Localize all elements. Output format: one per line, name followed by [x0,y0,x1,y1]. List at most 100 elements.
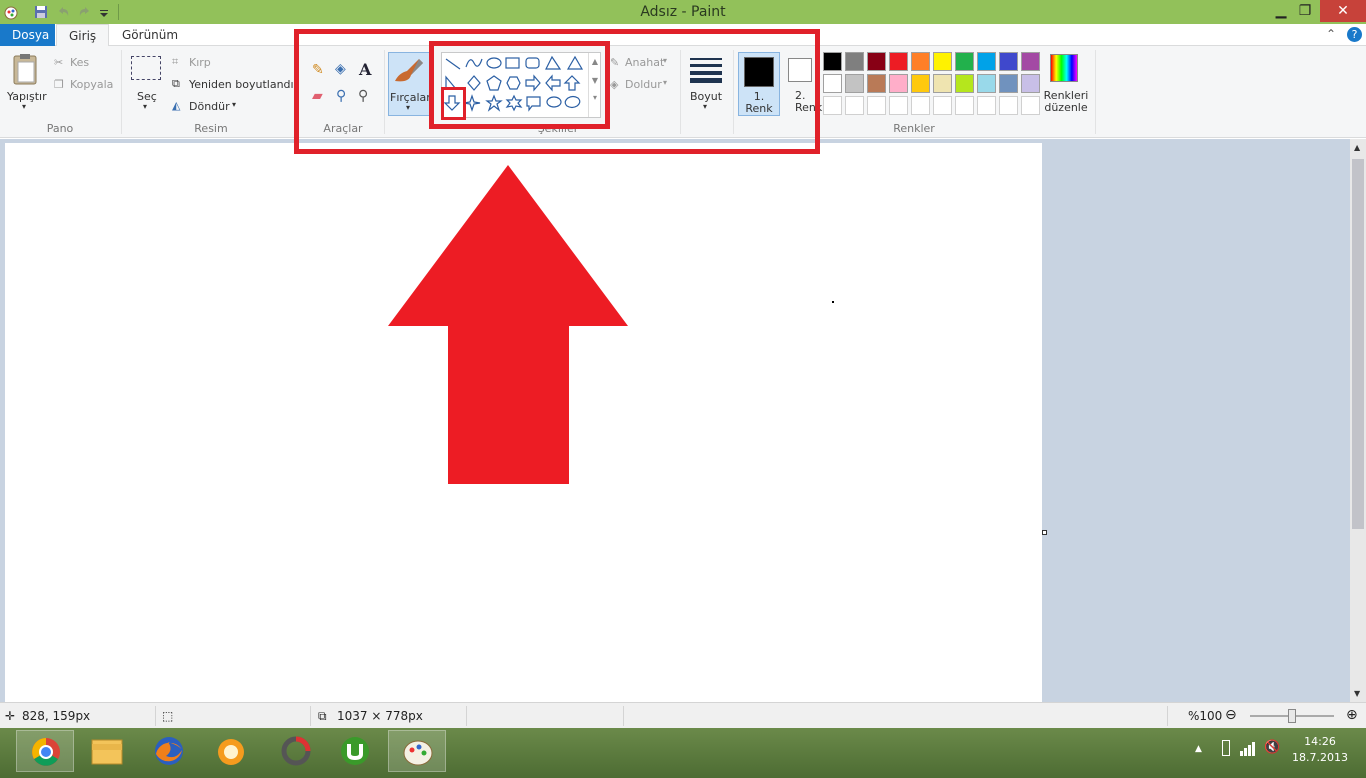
resize-button[interactable]: Yeniden boyutlandır [189,78,298,91]
red-up-arrow [388,165,628,484]
color-swatch[interactable] [823,74,842,93]
paste-button[interactable] [8,52,44,92]
copy-button[interactable]: Kopyala [70,78,113,91]
utorrent-icon[interactable] [326,730,384,772]
scroll-up-icon[interactable]: ▲ [1354,143,1360,152]
color-swatch[interactable] [867,52,886,71]
edit-colors-button[interactable]: Renkleri düzenle [1043,90,1089,114]
color-swatch[interactable] [845,74,864,93]
zoom-in-icon[interactable]: ⊕ [1346,707,1358,723]
color-swatch[interactable] [1021,96,1040,115]
zoom-level: %100 [1188,709,1223,723]
canvas-size: 1037 × 778px [337,709,423,723]
rotate-dropdown-icon[interactable]: ▾ [232,100,236,109]
color-swatch[interactable] [867,74,886,93]
rotate-icon[interactable]: ◭ [172,99,180,112]
color-swatch[interactable] [867,96,886,115]
tab-home[interactable]: Giriş [56,24,110,47]
window-title: Adsız - Paint [640,4,726,20]
color-swatch[interactable] [911,52,930,71]
color-swatch[interactable] [999,96,1018,115]
vertical-scrollbar[interactable]: ▲ ▼ [1350,139,1366,702]
crop-button[interactable]: Kırp [189,56,211,69]
minimize-ribbon-icon[interactable]: ⌃ [1326,27,1336,41]
divider [1095,50,1096,134]
zoom-slider-thumb[interactable] [1288,709,1296,723]
divider [1167,706,1168,726]
media-player-icon[interactable] [202,730,260,772]
color-swatch[interactable] [889,74,908,93]
color-swatch[interactable] [955,74,974,93]
divider [623,706,624,726]
tab-view[interactable]: Görünüm [110,24,190,46]
color-swatch[interactable] [977,74,996,93]
color-swatch[interactable] [955,52,974,71]
divider [310,706,311,726]
scroll-down-icon[interactable]: ▼ [1354,689,1360,698]
app-icon[interactable] [264,730,322,772]
paste-label[interactable]: Yapıştır [7,90,47,103]
paint-icon[interactable] [388,730,446,772]
status-bar: ✛ 828, 159px ⬚ ⧉ 1037 × 778px %100 ⊖ ⊕ [0,702,1366,728]
color-swatch[interactable] [977,52,996,71]
color-swatch[interactable] [933,52,952,71]
color-swatch[interactable] [889,52,908,71]
group-label-colors: Renkler [893,122,935,135]
color-swatch[interactable] [823,52,842,71]
color-swatch[interactable] [911,96,930,115]
selection-size-icon: ⬚ [162,709,174,723]
canvas-dot [832,301,834,303]
zoom-out-icon[interactable]: ⊖ [1225,707,1237,723]
firefox-icon[interactable] [140,730,198,772]
clock[interactable]: 14:26 18.7.2013 [1292,734,1348,766]
color-swatch[interactable] [845,52,864,71]
restore-button[interactable]: ❐ [1290,0,1320,22]
copy-icon[interactable]: ❐ [54,78,64,91]
cut-button[interactable]: Kes [70,56,89,69]
color-swatch[interactable] [933,74,952,93]
divider [155,706,156,726]
color-swatch[interactable] [999,74,1018,93]
select-icon[interactable] [131,56,161,80]
workspace [0,139,1350,702]
group-label-clipboard: Pano [46,122,74,135]
color-swatch[interactable] [1021,52,1040,71]
color-swatch[interactable] [955,96,974,115]
color-swatch[interactable] [999,52,1018,71]
show-hidden-icons[interactable]: ▲ [1195,744,1202,754]
highlight-box-down-arrow [441,87,466,120]
rotate-button[interactable]: Döndür [189,100,230,113]
crop-icon[interactable]: ⌗ [172,55,178,69]
title-bar: Adsız - Paint ▁ ❐ ✕ [0,0,1366,24]
resize-icon[interactable]: ⧉ [172,77,180,91]
cursor-position: 828, 159px [22,709,91,723]
tab-file[interactable]: Dosya [0,24,55,46]
canvas-drawing [388,165,834,484]
battery-icon[interactable] [1222,740,1230,756]
close-button[interactable]: ✕ [1320,0,1366,22]
paste-dropdown-icon[interactable]: ▾ [22,102,26,111]
color-swatch[interactable] [933,96,952,115]
taskbar: ▲ 🔇 14:26 18.7.2013 [0,728,1366,778]
edit-colors-icon[interactable] [1050,54,1078,82]
scrollbar-thumb[interactable] [1352,159,1364,529]
resize-handle[interactable] [1042,530,1047,535]
select-dropdown-icon[interactable]: ▾ [143,102,147,111]
drawing-canvas[interactable] [5,143,1047,702]
group-label-image: Resim [194,122,228,135]
color-swatch[interactable] [911,74,930,93]
color-swatch[interactable] [977,96,996,115]
color-swatch[interactable] [1021,74,1040,93]
divider [466,706,467,726]
cursor-position-icon: ✛ [5,709,16,723]
chrome-icon[interactable] [16,730,74,772]
help-icon[interactable]: ? [1347,27,1362,42]
color-swatch[interactable] [823,96,842,115]
color-swatch[interactable] [845,96,864,115]
cut-icon[interactable]: ✂ [54,56,63,69]
volume-muted-icon[interactable]: 🔇 [1264,740,1280,755]
network-icon[interactable] [1240,740,1256,759]
file-explorer-icon[interactable] [78,730,136,772]
canvas-size-icon: ⧉ [318,709,327,723]
color-swatch[interactable] [889,96,908,115]
